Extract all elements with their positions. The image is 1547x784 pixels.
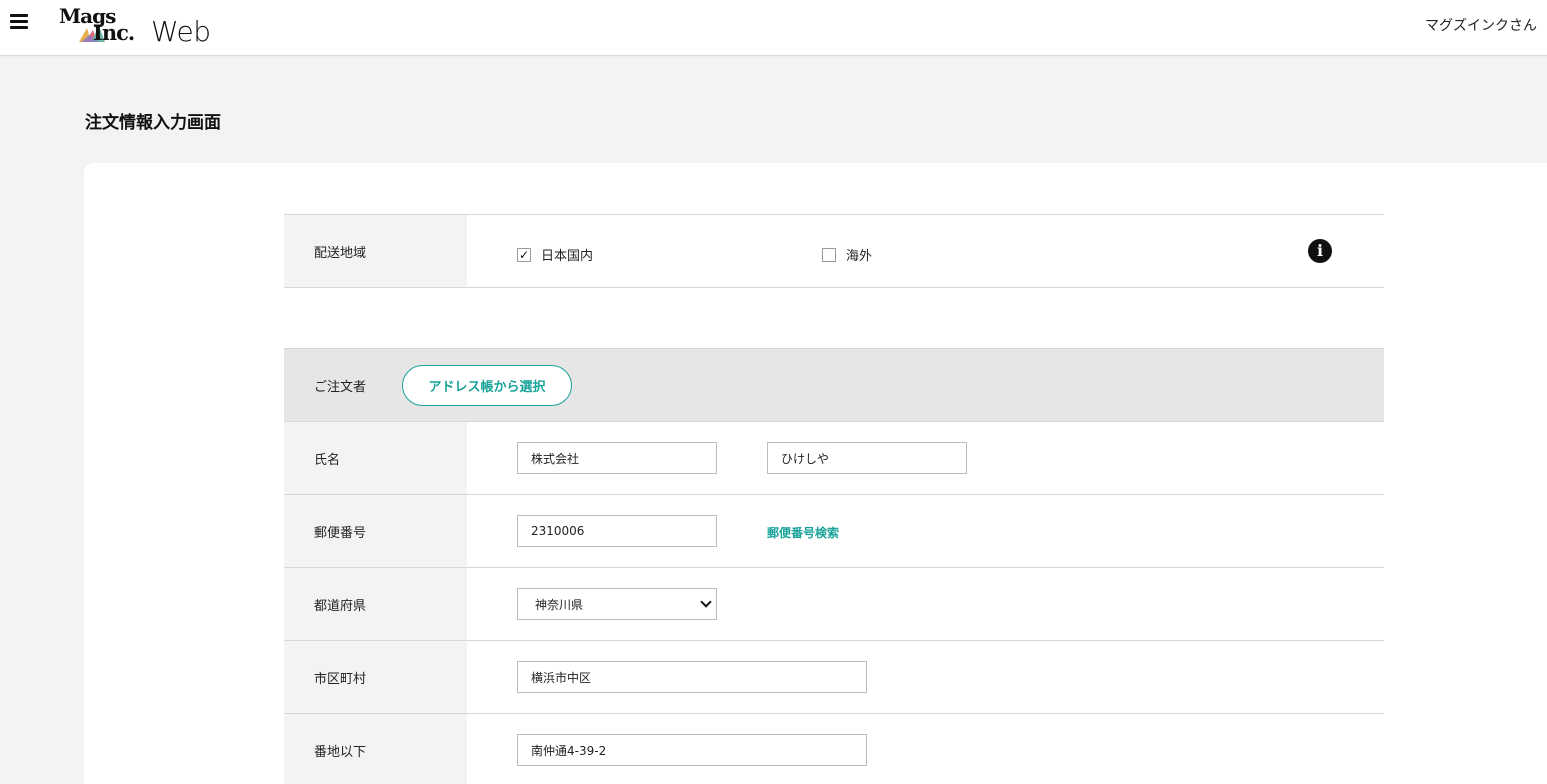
address-book-button[interactable]: アドレス帳から選択: [402, 365, 572, 406]
first-name-input[interactable]: [767, 442, 967, 474]
delivery-region-options: ✓ 日本国内 海外 i: [467, 215, 1384, 287]
delivery-region-label: 配送地域: [284, 215, 467, 287]
name-row: 氏名: [284, 422, 1384, 495]
info-icon[interactable]: i: [1308, 239, 1332, 263]
overseas-checkbox[interactable]: 海外: [822, 245, 872, 264]
domestic-label: 日本国内: [541, 249, 594, 264]
domestic-checkbox[interactable]: ✓ 日本国内: [517, 245, 593, 264]
chevron-down-icon: [700, 596, 712, 608]
postal-search-link[interactable]: 郵便番号検索: [767, 524, 839, 541]
orderer-title: ご注文者: [314, 379, 367, 395]
logo-text-web: Web: [151, 15, 211, 48]
delivery-region-row: 配送地域 ✓ 日本国内 海外 i: [284, 215, 1384, 288]
logo-text-bottom: Inc.: [93, 20, 135, 45]
postal-row: 郵便番号 郵便番号検索: [284, 495, 1384, 568]
street-label: 番地以下: [284, 714, 467, 784]
top-header: Mags Inc. Web マグズインクさん: [0, 0, 1547, 56]
checkbox-checked-icon: ✓: [517, 247, 531, 262]
street-row: 番地以下: [284, 714, 1384, 784]
name-label: 氏名: [284, 422, 467, 494]
prefecture-select[interactable]: 神奈川県: [517, 588, 717, 620]
last-name-input[interactable]: [517, 442, 717, 474]
postal-label: 郵便番号: [284, 495, 467, 567]
city-label: 市区町村: [284, 641, 467, 713]
hamburger-menu-icon[interactable]: [10, 13, 28, 31]
checkbox-unchecked-icon: [822, 247, 836, 262]
city-input[interactable]: [517, 661, 867, 693]
city-row: 市区町村: [284, 641, 1384, 714]
page-title: 注文情報入力画面: [85, 113, 221, 133]
prefecture-selected-value: 神奈川県: [535, 597, 584, 612]
user-name[interactable]: マグズインクさん: [1425, 15, 1537, 35]
street-input[interactable]: [517, 734, 867, 766]
prefecture-row: 都道府県 神奈川県: [284, 568, 1384, 641]
delivery-region-section: 配送地域 ✓ 日本国内 海外 i: [284, 214, 1384, 288]
prefecture-label: 都道府県: [284, 568, 467, 640]
postal-code-input[interactable]: [517, 515, 717, 547]
site-logo[interactable]: Mags Inc. Web: [59, 4, 219, 48]
orderer-header: ご注文者 アドレス帳から選択: [284, 349, 1384, 422]
overseas-label: 海外: [846, 249, 873, 264]
orderer-section: ご注文者 アドレス帳から選択 氏名 郵便番号 郵便番号検索 都道府県 神奈川県 …: [284, 348, 1384, 784]
